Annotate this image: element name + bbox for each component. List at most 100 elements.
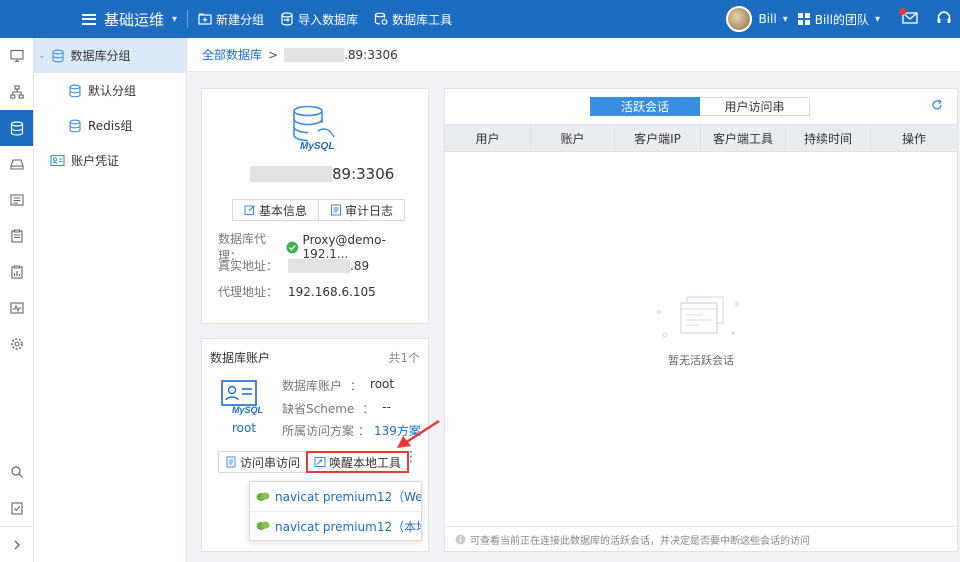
notification-dot <box>899 7 906 15</box>
topology-icon <box>9 85 24 99</box>
tree-item-label: 数据库分组 <box>70 49 131 63</box>
refresh-icon[interactable] <box>931 99 943 114</box>
sessions-panel: 活跃会话 用户访问串 用户 账户 客户端IP 客户端工具 持续时间 操作 暂无活… <box>444 88 958 552</box>
toolbar-divider <box>187 10 189 28</box>
mysql-logo-icon: MySQL <box>293 105 335 151</box>
nav-monitor[interactable] <box>0 38 33 74</box>
import-db-button[interactable]: 导入数据库 <box>280 11 358 28</box>
list-icon <box>9 194 24 206</box>
account-name[interactable]: root <box>232 421 256 435</box>
tree-item-default-group[interactable]: 默认分组 <box>34 73 186 108</box>
avatar[interactable] <box>726 6 753 32</box>
breadcrumb-current: .89:3306 <box>344 47 398 62</box>
nav-clipboard[interactable] <box>0 218 33 254</box>
audit-log-label: 审计日志 <box>345 203 394 218</box>
info-icon <box>455 534 466 545</box>
session-tabs: 活跃会话 用户访问串 <box>590 97 810 116</box>
document-icon <box>226 456 236 468</box>
account-row: 数据库账户： root <box>282 377 395 393</box>
tree-item-label: 账户凭证 <box>71 154 120 168</box>
redacted-host <box>288 258 350 273</box>
nav-topology[interactable] <box>0 74 33 110</box>
tab-access-strings[interactable]: 用户访问串 <box>700 97 810 116</box>
monitor-icon <box>9 49 24 63</box>
tree-item-label: 默认分组 <box>88 84 137 98</box>
tab-active-sessions[interactable]: 活跃会话 <box>590 97 700 116</box>
tree-item-redis-group[interactable]: Redis组 <box>34 108 186 143</box>
nav-search[interactable] <box>0 454 33 490</box>
redacted-host <box>284 47 345 62</box>
nav-expand[interactable] <box>0 526 33 562</box>
tree-expand-icon[interactable]: ⌄ <box>38 51 46 61</box>
nav-database[interactable] <box>0 110 33 146</box>
column-header: 账户 <box>531 125 615 151</box>
database-icon <box>69 84 81 97</box>
access-string-button[interactable]: 访问串访问 <box>218 451 308 473</box>
dropdown-item-navicat-web[interactable]: navicat premium12（Web桌 <box>250 482 421 511</box>
db-name-suffix: 89:3306 <box>332 165 395 183</box>
db-tools-label: 数据库工具 <box>392 12 453 27</box>
hamburger-icon <box>82 13 96 25</box>
breadcrumb-root-link[interactable]: 全部数据库 <box>202 46 262 63</box>
nav-bottom-group <box>0 454 33 562</box>
nav-list[interactable] <box>0 182 33 218</box>
scheme-value: -- <box>382 400 391 414</box>
breadcrumb: 全部数据库 > .89:3306 <box>188 38 960 72</box>
empty-state-text: 暂无活跃会话 <box>668 354 734 367</box>
tree-item-credentials[interactable]: 账户凭证 <box>34 143 186 178</box>
access-string-label: 访问串访问 <box>240 455 301 470</box>
headset-icon[interactable] <box>936 10 952 29</box>
real-address-row: 真实地址： .89 <box>218 257 369 274</box>
audit-log-button[interactable]: 审计日志 <box>318 200 404 220</box>
user-name[interactable]: Bill <box>758 12 776 26</box>
column-header: 持续时间 <box>786 125 871 151</box>
column-header: 客户端IP <box>615 125 701 151</box>
mail-icon[interactable] <box>899 7 918 28</box>
import-icon <box>281 12 293 26</box>
top-right-area: Bill ▾ Bill的团队 ▾ <box>726 0 960 38</box>
proxy-address-label: 代理地址： <box>218 285 279 299</box>
drive-icon <box>9 159 24 170</box>
activity-icon <box>9 302 24 314</box>
scheme-row: 缺省Scheme： -- <box>282 400 391 416</box>
team-name[interactable]: Bill的团队 <box>815 11 869 28</box>
nav-report[interactable] <box>0 254 33 290</box>
chevron-down-icon[interactable]: ▾ <box>172 14 177 25</box>
tree-item-db-groups[interactable]: ⌄ 数据库分组 <box>34 38 186 73</box>
svg-text:MySQL: MySQL <box>300 141 334 151</box>
menu-button[interactable] <box>78 8 100 30</box>
nav-cloud-drive[interactable] <box>0 146 33 182</box>
svg-text:MySQL: MySQL <box>232 405 263 415</box>
more-options-icon[interactable]: ⋮ <box>404 450 418 464</box>
nav-activity[interactable] <box>0 290 33 326</box>
db-info-panel: MySQL 89:3306 基本信息 审计日志 数据库代理： Proxy@dem… <box>201 88 429 324</box>
check-circle-icon <box>286 241 299 253</box>
db-tools-button[interactable]: 数据库工具 <box>374 11 452 28</box>
database-icon <box>10 120 23 136</box>
folder-add-icon <box>198 13 212 25</box>
column-header: 客户端工具 <box>701 125 786 151</box>
account-value: root <box>370 377 395 391</box>
app-title[interactable]: 基础运维 <box>104 9 164 30</box>
new-group-button[interactable]: 新建分组 <box>198 11 264 28</box>
empty-state-icon <box>656 296 740 338</box>
sessions-tip-text: 可查看当前正在连接此数据库的活跃会话，并决定是否要中断这些会话的访问 <box>470 536 810 547</box>
column-header: 用户 <box>445 125 531 151</box>
team-chevron-down-icon[interactable]: ▾ <box>875 14 880 25</box>
dropdown-item-label: navicat premium12（本地工 <box>275 519 421 534</box>
basic-info-button[interactable]: 基本信息 <box>233 200 318 220</box>
new-group-label: 新建分组 <box>216 12 265 27</box>
db-group-tree: ⌄ 数据库分组 默认分组 Redis组 账户凭证 <box>34 38 187 562</box>
db-tools-icon <box>374 12 388 25</box>
id-card-icon <box>50 154 65 167</box>
dropdown-item-navicat-local[interactable]: navicat premium12（本地工 <box>250 511 421 540</box>
nav-settings[interactable] <box>0 326 33 362</box>
sessions-tip: 可查看当前正在连接此数据库的活跃会话，并决定是否要中断这些会话的访问 <box>445 526 957 552</box>
team-icon <box>797 13 810 25</box>
nav-icon-bar <box>0 38 34 562</box>
user-chevron-down-icon[interactable]: ▾ <box>783 14 788 25</box>
wake-local-tool-button[interactable]: 唤醒本地工具 <box>306 451 410 473</box>
clipboard-icon <box>10 229 23 243</box>
tree-item-label: Redis组 <box>88 119 133 133</box>
nav-tasks[interactable] <box>0 490 33 526</box>
